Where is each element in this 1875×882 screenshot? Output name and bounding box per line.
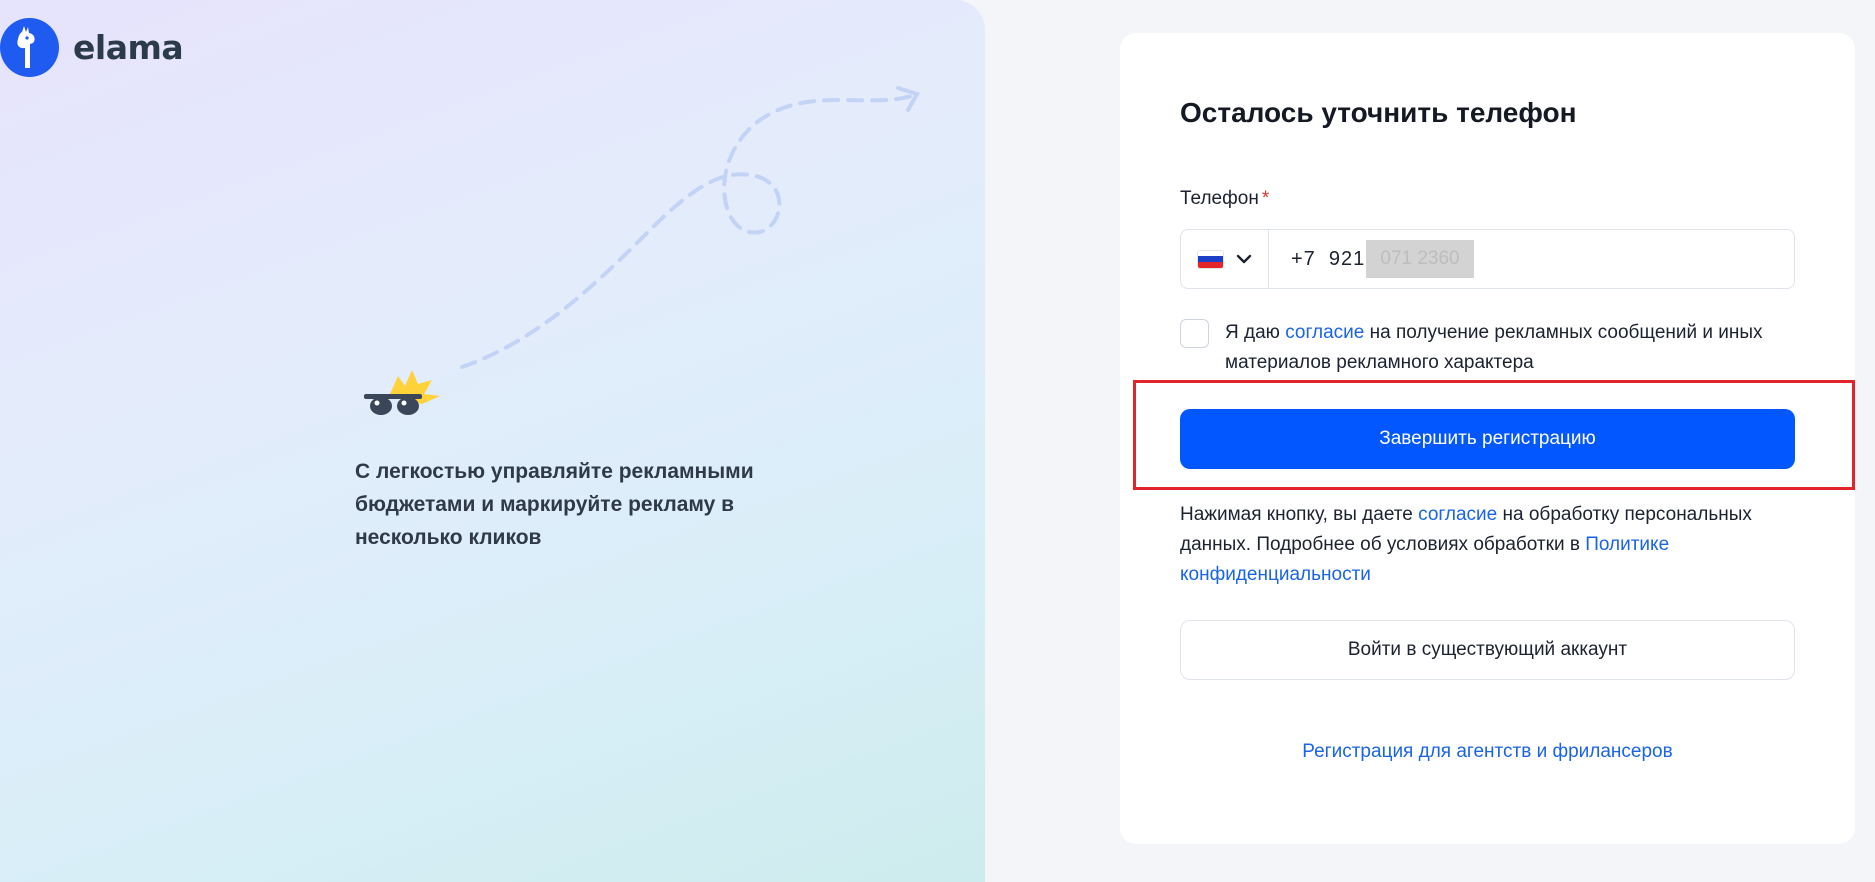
page-title: Осталось уточнить телефон <box>1180 97 1577 128</box>
phone-label-text: Телефон <box>1180 188 1259 209</box>
consent-text: Я даю согласие на получение рекламных со… <box>1225 318 1785 378</box>
ru-flag-icon <box>1197 249 1224 269</box>
redacted-text: 071 2360 <box>1380 248 1460 269</box>
privacy-consent-link[interactable]: согласие <box>1418 504 1497 525</box>
registration-card: Осталось уточнить телефон Телефон* 071 2… <box>1120 33 1855 844</box>
chevron-down-icon <box>1236 254 1252 264</box>
promo-text: С легкостью управляйте рекламными бюджет… <box>355 460 754 549</box>
consent-row: Я даю согласие на получение рекламных со… <box>1180 318 1785 378</box>
login-existing-account-button[interactable]: Войти в существующий аккаунт <box>1180 620 1795 680</box>
promo-panel: elama С легкостью управляйте рекламными … <box>0 0 985 882</box>
country-select[interactable] <box>1181 230 1269 288</box>
dashed-arrow-decoration <box>460 86 920 369</box>
redacted-phone-digits: 071 2360 <box>1366 240 1474 278</box>
consent-prefix: Я даю <box>1225 322 1286 343</box>
complete-registration-button[interactable]: Завершить регистрацию <box>1180 409 1795 469</box>
agency-registration: Регистрация для агентств и фрилансеров <box>1180 741 1795 763</box>
agency-registration-link[interactable]: Регистрация для агентств и фрилансеров <box>1302 741 1672 762</box>
privacy-prefix: Нажимая кнопку, вы даете <box>1180 504 1419 525</box>
consent-checkbox[interactable] <box>1180 319 1209 348</box>
phone-label: Телефон * <box>1180 188 1269 210</box>
required-mark: * <box>1261 188 1270 209</box>
consent-link[interactable]: согласие <box>1285 322 1364 343</box>
hedgehog-sunglasses-icon <box>360 362 442 424</box>
privacy-notice: Нажимая кнопку, вы даете согласие на обр… <box>1180 500 1795 590</box>
phone-input[interactable] <box>1291 230 1366 288</box>
phone-field: 071 2360 <box>1180 229 1795 289</box>
